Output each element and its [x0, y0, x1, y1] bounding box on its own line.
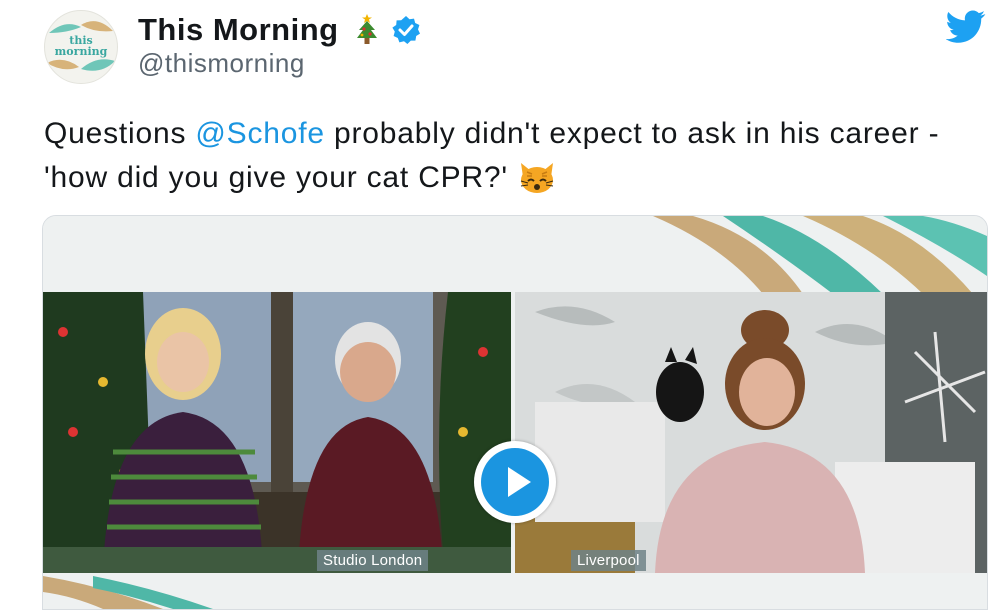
- avatar-logo-text: this morning: [54, 34, 108, 58]
- account-name-row: This Morning: [138, 10, 421, 50]
- play-icon: [508, 467, 531, 497]
- studio-scene-image: [43, 292, 511, 573]
- tweet-text-part1: Questions: [44, 117, 196, 150]
- liverpool-video-panel: Liverpool: [515, 292, 987, 573]
- liverpool-scene-image: [515, 292, 987, 573]
- video-play-button[interactable]: [474, 441, 556, 523]
- verified-badge-icon: [391, 16, 420, 44]
- play-button-circle: [481, 448, 549, 516]
- studio-video-panel: Studio London: [43, 292, 511, 573]
- account-display-name[interactable]: This Morning: [138, 12, 339, 48]
- mention-link[interactable]: @Schofe: [195, 117, 324, 150]
- account-avatar[interactable]: this morning: [44, 10, 118, 84]
- caption-liverpool: Liverpool: [571, 550, 646, 571]
- caption-studio-london: Studio London: [317, 550, 429, 571]
- tweet-text: Questions @Schofe probably didn't expect…: [44, 112, 984, 200]
- twitter-bird-icon[interactable]: [946, 10, 986, 44]
- tweet-video-card[interactable]: Studio London Liverpool: [42, 215, 988, 610]
- account-handle[interactable]: @thismorning: [138, 48, 305, 79]
- christmas-tree-icon: [356, 14, 377, 44]
- cat-face-emoji-icon: [520, 163, 554, 193]
